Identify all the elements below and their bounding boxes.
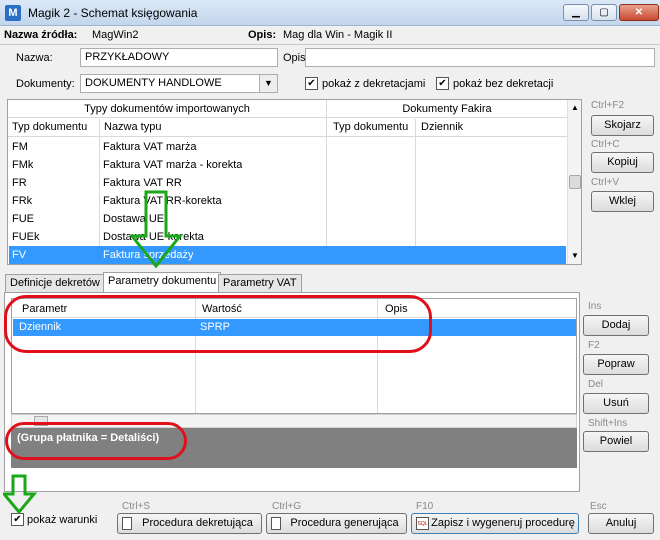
skojarz-shortcut: Ctrl+F2 bbox=[591, 100, 625, 111]
document-icon bbox=[271, 517, 281, 530]
dodaj-shortcut: Ins bbox=[588, 301, 602, 312]
zapisz-button[interactable]: SQL Zapisz i wygeneruj procedurę bbox=[411, 513, 579, 534]
source-desc-label: Opis: bbox=[248, 29, 277, 41]
maximize-button[interactable]: ▢ bbox=[591, 4, 617, 21]
documents-select-value: DOKUMENTY HANDLOWE bbox=[85, 77, 222, 89]
sql-icon: SQL bbox=[416, 517, 429, 530]
col-header-type-name[interactable]: Nazwa typu bbox=[104, 121, 161, 133]
green-arrow-icon bbox=[3, 474, 37, 514]
source-desc-value: Mag dla Win - Magik II bbox=[283, 29, 393, 41]
dodaj-button[interactable]: Dodaj bbox=[583, 315, 649, 336]
minimize-button[interactable]: ▁ bbox=[563, 4, 589, 21]
type-name-cell: Faktura VAT marża - korekta bbox=[103, 159, 243, 171]
show-without-label: pokaż bez dekretacji bbox=[453, 78, 554, 90]
show-conditions-label: pokaż warunki bbox=[27, 514, 98, 526]
red-annotation-ring bbox=[5, 422, 187, 460]
scroll-up-icon[interactable]: ▲ bbox=[571, 103, 579, 112]
doc-type-cell: FUE bbox=[12, 213, 34, 225]
doc-type-cell: FMk bbox=[12, 159, 34, 171]
procedura-dekretujaca-shortcut: Ctrl+S bbox=[122, 501, 151, 512]
powiel-button[interactable]: Powiel bbox=[583, 431, 649, 452]
tab-parametry-vat[interactable]: Parametry VAT bbox=[218, 274, 302, 293]
window-title: Magik 2 - Schemat księgowania bbox=[28, 6, 198, 20]
app-icon: M bbox=[5, 5, 21, 21]
popraw-shortcut: F2 bbox=[588, 340, 600, 351]
skojarz-button[interactable]: Skojarz bbox=[591, 115, 654, 136]
group-header-fakir: Dokumenty Fakira bbox=[327, 100, 567, 118]
close-button[interactable]: ✕ bbox=[619, 4, 659, 21]
table-row[interactable]: FV Faktura sprzedaży bbox=[9, 246, 566, 264]
group-header-imported: Typy dokumentów importowanych bbox=[8, 100, 326, 118]
table-row[interactable]: FR Faktura VAT RR bbox=[9, 174, 566, 192]
divider bbox=[0, 44, 660, 45]
doc-type-cell: FRk bbox=[12, 195, 33, 207]
table-row[interactable]: FMk Faktura VAT marża - korekta bbox=[9, 156, 566, 174]
popraw-button[interactable]: Popraw bbox=[583, 354, 649, 375]
procedura-dekretujaca-label: Procedura dekretująca bbox=[142, 517, 253, 529]
show-without-checkbox[interactable]: ✔ bbox=[436, 77, 449, 90]
type-name-cell: Faktura VAT RR bbox=[103, 177, 182, 189]
usun-shortcut: Del bbox=[588, 379, 604, 390]
col-header-journal[interactable]: Dziennik bbox=[421, 121, 463, 133]
anuluj-button[interactable]: Anuluj bbox=[588, 513, 654, 534]
scrollbar[interactable]: ▲ ▼ bbox=[567, 100, 581, 264]
doc-type-cell: FR bbox=[12, 177, 27, 189]
tab-definicje-dekretow[interactable]: Definicje dekretów bbox=[5, 274, 105, 293]
anuluj-shortcut: Esc bbox=[590, 501, 607, 512]
tab-parametry-dokumentu[interactable]: Parametry dokumentu bbox=[103, 272, 222, 293]
green-arrow-icon bbox=[128, 190, 184, 269]
show-with-checkbox[interactable]: ✔ bbox=[305, 77, 318, 90]
procedura-generujaca-button[interactable]: Procedura generująca bbox=[266, 513, 407, 534]
doc-type-cell: FUEk bbox=[12, 231, 40, 243]
table-row[interactable]: FRk Faktura VAT RR-korekta bbox=[9, 192, 566, 210]
name-input[interactable]: PRZYKŁADOWY bbox=[80, 48, 278, 67]
procedura-generujaca-shortcut: Ctrl+G bbox=[272, 501, 302, 512]
zapisz-shortcut: F10 bbox=[416, 501, 434, 512]
col-header-fakir-doc-type[interactable]: Typ dokumentu bbox=[333, 121, 408, 133]
usun-button[interactable]: Usuń bbox=[583, 393, 649, 414]
procedura-generujaca-label: Procedura generująca bbox=[290, 517, 399, 529]
table-row[interactable]: FUEk Dostawa UE-korekta bbox=[9, 228, 566, 246]
title-bar: M Magik 2 - Schemat księgowania ▁ ▢ ✕ bbox=[0, 0, 660, 26]
header-divider bbox=[8, 136, 567, 137]
zapisz-label: Zapisz i wygeneruj procedurę bbox=[431, 517, 575, 529]
name-label: Nazwa: bbox=[16, 52, 53, 64]
powiel-shortcut: Shift+Ins bbox=[588, 418, 628, 429]
doc-type-cell: FM bbox=[12, 141, 28, 153]
show-conditions-checkbox[interactable]: ✔ bbox=[11, 513, 24, 526]
procedura-dekretujaca-button[interactable]: Procedura dekretująca bbox=[117, 513, 262, 534]
opis-input[interactable] bbox=[305, 48, 655, 67]
wklej-button[interactable]: Wklej bbox=[591, 191, 654, 212]
scroll-down-icon[interactable]: ▼ bbox=[571, 251, 579, 260]
wklej-shortcut: Ctrl+V bbox=[591, 177, 620, 188]
document-icon bbox=[122, 517, 132, 530]
kopiuj-shortcut: Ctrl+C bbox=[591, 139, 620, 150]
red-annotation-ring bbox=[4, 295, 432, 353]
chevron-down-icon[interactable]: ▼ bbox=[259, 75, 277, 92]
source-name-label: Nazwa źródła: bbox=[4, 29, 78, 41]
documents-label: Dokumenty: bbox=[16, 78, 75, 90]
source-name-value: MagWin2 bbox=[92, 29, 139, 41]
documents-select[interactable]: DOKUMENTY HANDLOWE ▼ bbox=[80, 74, 278, 93]
type-name-cell: Faktura VAT marża bbox=[103, 141, 197, 153]
col-header-doc-type[interactable]: Typ dokumentu bbox=[12, 121, 87, 133]
kopiuj-button[interactable]: Kopiuj bbox=[591, 152, 654, 173]
scrollbar-thumb[interactable] bbox=[569, 175, 581, 189]
show-with-label: pokaż z dekretacjami bbox=[322, 78, 426, 90]
table-row[interactable]: FM Faktura VAT marża bbox=[9, 138, 566, 156]
doc-type-cell: FV bbox=[12, 249, 27, 261]
doc-types-grid[interactable]: Typy dokumentów importowanych Dokumenty … bbox=[7, 99, 582, 265]
table-row[interactable]: FUE Dostawa UE bbox=[9, 210, 566, 228]
